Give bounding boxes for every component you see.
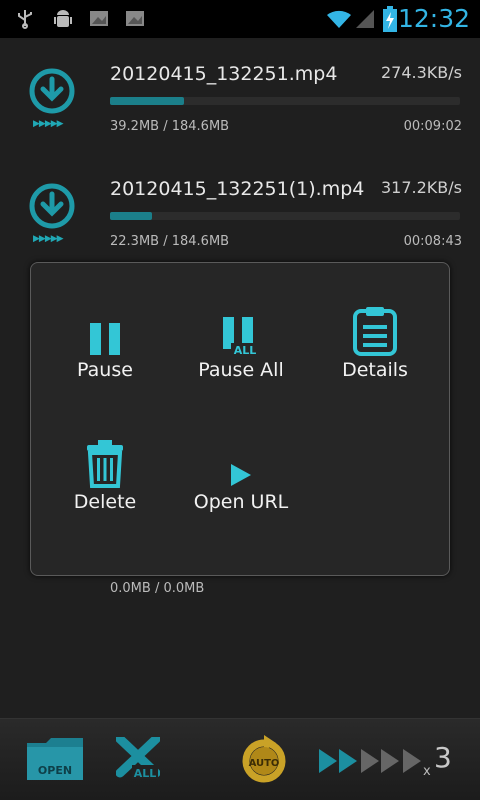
file-size: 39.2MB / 184.6MB [110,119,230,134]
progress-bar [110,97,460,105]
clipboard-icon [353,307,397,356]
speed-multiplier: 3 [434,741,452,774]
context-menu: Pause ALL Pause All Details Delete Open … [30,262,450,576]
time-remaining: 00:08:43 [403,234,462,249]
file-name: 20120415_132251(1).mp4 [110,178,365,200]
battery-charging-icon [383,6,397,32]
download-speed: 317.2KB/s [381,178,462,197]
folder-icon: OPEN [27,738,83,780]
details-label: Details [342,359,408,381]
status-bar: 12:32 [0,0,480,38]
bottom-toolbar: OPEN ALL AUTO x 3 [0,718,480,800]
screenshot-icon [90,11,108,26]
delete-label: Delete [73,491,137,513]
android-debug-icon [54,10,72,27]
speed-arrows-icon: ▶▶▶▶▶ [33,119,64,129]
time-remaining: 00:09:02 [403,119,462,134]
download-icon[interactable] [28,67,76,115]
clock: 12:32 [397,4,470,33]
download-icon[interactable] [28,182,76,230]
pause-all-label: Pause All [198,359,284,381]
pause-icon [90,323,120,355]
delete-all-button[interactable]: ALL [115,734,161,785]
list-item[interactable]: ▶▶▶▶▶ 20120415_132251.mp4 274.3KB/s 39.2… [0,53,480,168]
play-icon [231,464,251,486]
file-size: 22.3MB / 184.6MB [110,234,230,249]
pause-button[interactable]: Pause [35,313,175,413]
speed-multiplier-prefix: x [423,764,431,777]
usb-icon [18,10,32,29]
screenshot-icon [126,11,144,26]
open-label: OPEN [38,764,72,777]
pause-label: Pause [77,359,133,381]
open-url-button[interactable]: Open URL [171,445,311,545]
open-button[interactable]: OPEN [26,737,84,785]
delete-button[interactable]: Delete [35,440,175,545]
delete-all-icon: ALL [115,734,161,780]
open-url-label: Open URL [193,491,289,513]
auto-refresh-icon: AUTO [242,735,286,783]
download-speed: 274.3KB/s [381,63,462,82]
details-button[interactable]: Details [305,307,445,413]
auto-label: AUTO [249,758,280,769]
wifi-icon [327,10,351,28]
file-size: 0.0MB / 0.0MB [110,581,205,596]
speed-button[interactable]: x 3 [318,741,460,781]
auto-button[interactable]: AUTO [240,735,288,787]
file-name: 20120415_132251.mp4 [110,63,338,85]
progress-bar [110,212,460,220]
pause-all-badge: ALL [234,344,257,357]
delete-all-badge: ALL [134,767,157,780]
trash-icon [87,440,123,488]
pause-all-button[interactable]: ALL Pause All [171,313,311,413]
pause-all-icon: ALL [223,317,259,357]
speed-arrows-icon: ▶▶▶▶▶ [33,234,64,244]
signal-icon [356,10,374,28]
